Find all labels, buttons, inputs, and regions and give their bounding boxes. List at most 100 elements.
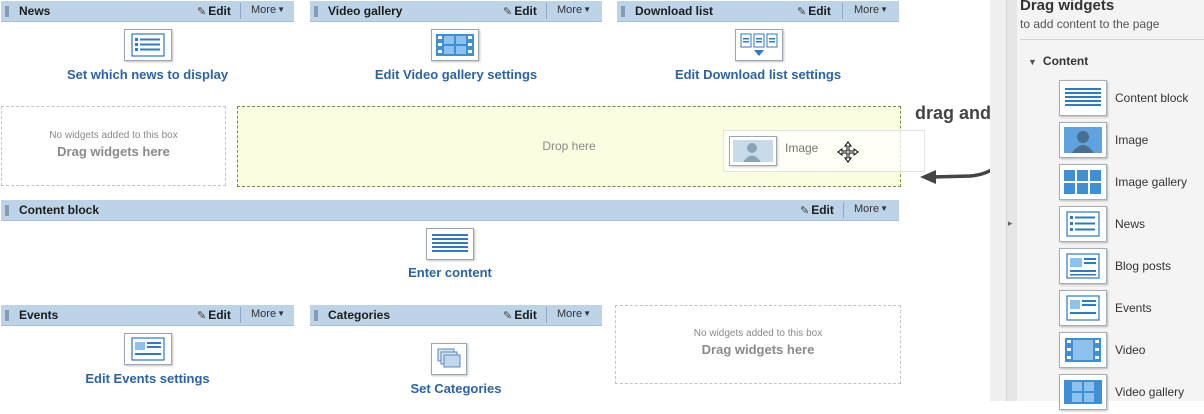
drag-handle[interactable] — [5, 6, 9, 17]
edit-label: Edit — [208, 308, 231, 322]
pencil-icon: ✎ — [503, 6, 513, 18]
blog-posts-icon-graphic — [1066, 253, 1100, 279]
video-gallery-icon-graphic — [436, 34, 474, 56]
pencil-icon: ✎ — [800, 205, 810, 217]
divider — [240, 307, 241, 323]
events-icon-graphic — [131, 337, 165, 361]
move-cursor-icon — [837, 141, 859, 163]
dragged-widget-ghost[interactable]: Image — [723, 130, 925, 172]
drag-handle[interactable] — [5, 310, 9, 321]
divider — [843, 202, 844, 218]
set-news-link[interactable]: Set which news to display — [1, 67, 294, 82]
enter-content-link[interactable]: Enter content — [1, 265, 899, 280]
more-menu-button[interactable]: More▼ — [251, 4, 285, 16]
panel-item-image-gallery[interactable]: Image gallery — [1059, 164, 1199, 202]
panel-item-video-gallery[interactable]: Video gallery — [1059, 374, 1199, 412]
divider — [240, 3, 241, 19]
caret-down-icon: ▼ — [583, 5, 591, 14]
panel-item-image[interactable]: Image — [1059, 122, 1199, 160]
image-icon-graphic — [733, 140, 773, 162]
caret-down-icon: ▼ — [880, 204, 888, 213]
events-icon[interactable] — [124, 333, 172, 365]
news-icon-graphic — [1066, 211, 1100, 237]
widget-header[interactable]: Categories ✎ Edit More▼ — [310, 305, 602, 326]
widget-header[interactable]: Events ✎ Edit More▼ — [1, 305, 294, 326]
drag-handle[interactable] — [314, 6, 318, 17]
edit-label: Edit — [514, 308, 537, 322]
edit-button[interactable]: ✎ Edit — [503, 308, 537, 322]
more-menu-button[interactable]: More▼ — [854, 203, 888, 215]
edit-button[interactable]: ✎ Edit — [800, 203, 834, 217]
empty-box-message: No widgets added to this box — [49, 130, 178, 141]
empty-box-hint: Drag widgets here — [57, 144, 170, 159]
empty-box-message: No widgets added to this box — [693, 328, 823, 339]
more-label: More — [854, 4, 880, 16]
news-icon — [1059, 206, 1107, 242]
edit-label: Edit — [808, 4, 831, 18]
content-block-icon[interactable] — [426, 228, 474, 260]
video-icon-graphic — [1065, 338, 1101, 362]
video-gallery-icon — [1059, 374, 1107, 410]
categories-icon[interactable] — [431, 343, 467, 375]
blog-posts-icon — [1059, 248, 1107, 284]
panel-item-video[interactable]: Video — [1059, 332, 1199, 370]
widget-header[interactable]: Download list ✎ Edit More▼ — [617, 1, 899, 22]
group-label: Content — [1042, 54, 1089, 68]
video-icon — [1059, 332, 1107, 368]
more-menu-button[interactable]: More▼ — [251, 308, 285, 320]
caret-down-icon: ▼ — [880, 5, 888, 14]
widget-header[interactable]: News ✎ Edit More▼ — [1, 1, 294, 22]
panel-item-content-block[interactable]: Content block — [1059, 80, 1199, 118]
news-icon[interactable] — [124, 29, 172, 61]
widget-header[interactable]: Content block ✎ Edit More▼ — [1, 200, 899, 221]
news-icon-graphic — [131, 33, 165, 57]
edit-button[interactable]: ✎ Edit — [797, 4, 831, 18]
edit-button[interactable]: ✎ Edit — [197, 308, 231, 322]
image-icon-graphic — [1064, 127, 1102, 153]
panel-item-news[interactable]: News — [1059, 206, 1199, 244]
panel-item-label: Image — [1115, 133, 1149, 147]
more-menu-button[interactable]: More▼ — [557, 308, 591, 320]
drag-handle[interactable] — [621, 6, 625, 17]
widget-title: News — [19, 4, 51, 18]
triangle-down-icon: ▼ — [1028, 57, 1037, 67]
widget-title: Content block — [19, 203, 99, 217]
more-menu-button[interactable]: More▼ — [557, 4, 591, 16]
panel-item-blog-posts[interactable]: Blog posts — [1059, 248, 1199, 286]
edit-button[interactable]: ✎ Edit — [197, 4, 231, 18]
edit-button[interactable]: ✎ Edit — [503, 4, 537, 18]
drag-handle[interactable] — [5, 205, 9, 216]
video-gallery-icon[interactable] — [431, 29, 479, 61]
widget-header[interactable]: Video gallery ✎ Edit More▼ — [310, 1, 602, 22]
more-menu-button[interactable]: More▼ — [854, 4, 888, 16]
panel-gutter — [990, 0, 1006, 401]
pencil-icon: ✎ — [503, 310, 513, 322]
edit-download-list-link[interactable]: Edit Download list settings — [617, 67, 899, 82]
edit-events-link[interactable]: Edit Events settings — [1, 371, 294, 386]
widget-title: Categories — [328, 308, 391, 322]
content-block-icon-graphic — [1065, 88, 1101, 106]
empty-widget-box: No widgets added to this box Drag widget… — [615, 305, 901, 384]
panel-subtitle: to add content to the page — [1020, 17, 1160, 31]
caret-down-icon: ▼ — [277, 309, 285, 318]
panel-item-events[interactable]: Events — [1059, 290, 1199, 328]
set-categories-link[interactable]: Set Categories — [310, 381, 602, 396]
empty-box-hint: Drag widgets here — [701, 342, 815, 357]
drag-handle[interactable] — [314, 310, 318, 321]
panel-divider — [1020, 39, 1204, 40]
empty-widget-box: No widgets added to this box Drag widget… — [1, 106, 226, 186]
caret-down-icon: ▼ — [277, 5, 285, 14]
edit-video-gallery-link[interactable]: Edit Video gallery settings — [310, 67, 602, 82]
events-icon — [1059, 290, 1107, 326]
panel-item-label: Image gallery — [1115, 175, 1188, 189]
edit-label: Edit — [514, 4, 537, 18]
widget-title: Video gallery — [328, 4, 403, 18]
video-gallery-icon-graphic — [1064, 380, 1102, 404]
widget-content-block: Content block ✎ Edit More▼ Enter content — [1, 200, 899, 288]
download-list-icon-graphic — [740, 33, 778, 56]
download-list-icon[interactable] — [735, 29, 783, 61]
panel-item-label: Blog posts — [1115, 259, 1172, 273]
content-group-toggle[interactable]: ▼ Content — [1028, 54, 1088, 68]
widget-news: News ✎ Edit More▼ Set which news to displ… — [1, 1, 294, 93]
image-gallery-icon-graphic — [1064, 170, 1101, 194]
